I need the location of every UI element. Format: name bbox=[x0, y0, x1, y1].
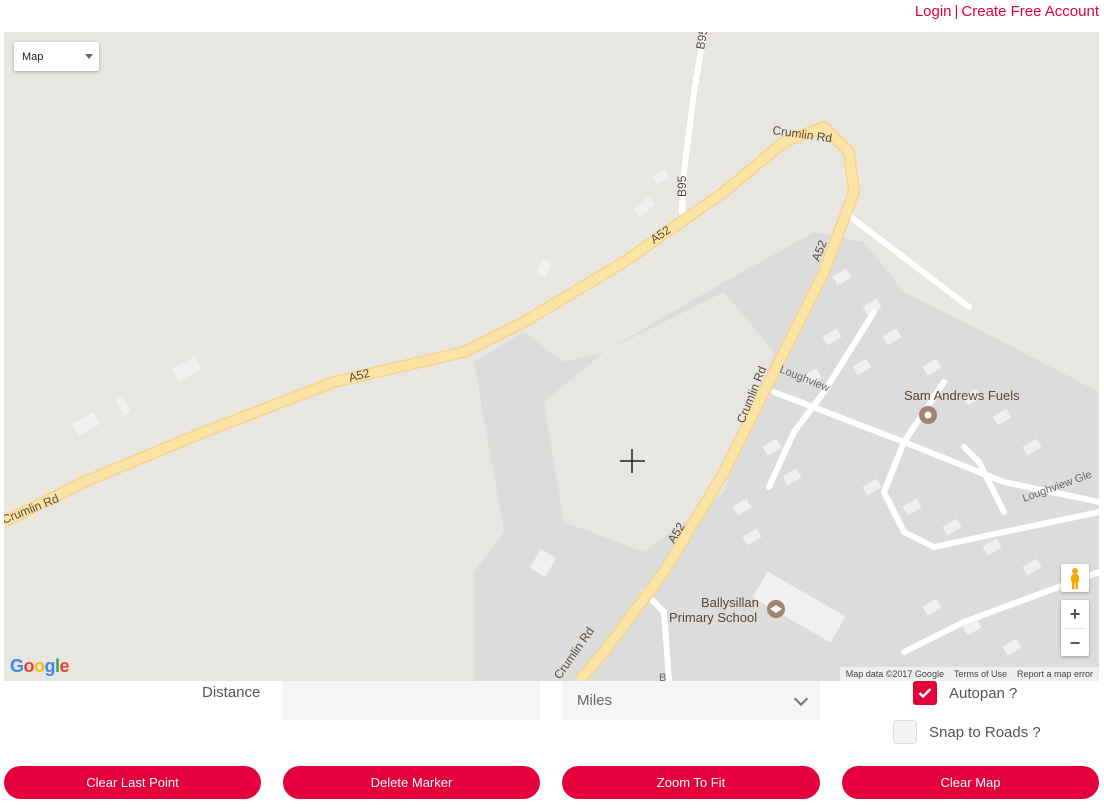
map-attribution: Map data ©2017 Google Terms of Use Repor… bbox=[839, 667, 1099, 681]
street-view-pegman-icon[interactable] bbox=[1061, 564, 1089, 592]
google-logo-letter: o bbox=[23, 656, 35, 676]
google-logo-letter: e bbox=[59, 656, 70, 676]
header-separator: | bbox=[954, 3, 959, 20]
poi-school-label-1: Ballysillan bbox=[701, 595, 759, 610]
clear-last-point-button[interactable]: Clear Last Point bbox=[4, 766, 261, 799]
autopan-row[interactable]: Autopan ? bbox=[913, 681, 1017, 705]
chevron-down-icon bbox=[793, 691, 809, 707]
google-logo-letter: o bbox=[34, 656, 45, 676]
label-b95: B95 bbox=[675, 175, 689, 197]
poi-sam-andrews-label: Sam Andrews Fuels bbox=[904, 388, 1020, 403]
map-type-dropdown[interactable]: Map bbox=[14, 42, 99, 71]
login-link[interactable]: Login bbox=[915, 3, 952, 20]
create-account-link[interactable]: Create Free Account bbox=[961, 3, 1099, 20]
distance-label: Distance bbox=[202, 684, 261, 701]
autopan-label: Autopan ? bbox=[949, 684, 1018, 702]
zoom-in-button[interactable]: + bbox=[1061, 600, 1089, 628]
terms-of-use-link[interactable]: Terms of Use bbox=[954, 669, 1007, 679]
autopan-checkbox[interactable] bbox=[913, 681, 937, 705]
map-canvas[interactable]: B95 B95 Crumlin Rd A52 A52 A52 Crumlin R… bbox=[4, 32, 1099, 681]
report-error-link[interactable]: Report a map error bbox=[1017, 669, 1093, 679]
zoom-to-fit-button[interactable]: Zoom To Fit bbox=[562, 766, 820, 799]
header-links: Login | Create Free Account bbox=[915, 3, 1099, 20]
poi-school-label-2: Primary School bbox=[669, 610, 757, 625]
zoom-controls: + − bbox=[1061, 600, 1089, 656]
clear-map-button[interactable]: Clear Map bbox=[842, 766, 1099, 799]
google-logo-letter: G bbox=[10, 656, 24, 676]
snap-row[interactable]: Snap to Roads ? bbox=[893, 720, 1041, 744]
snap-to-roads-checkbox[interactable] bbox=[893, 720, 917, 744]
google-logo-letter: g bbox=[44, 656, 56, 676]
map-tiles: B95 B95 Crumlin Rd A52 A52 A52 Crumlin R… bbox=[4, 32, 1099, 681]
check-icon bbox=[918, 688, 932, 699]
label-crumlin-left: Crumlin Rd bbox=[4, 491, 61, 526]
google-logo[interactable]: Google bbox=[10, 656, 70, 677]
map-data-text: Map data ©2017 Google bbox=[845, 669, 944, 679]
units-select[interactable]: Miles bbox=[562, 681, 820, 720]
zoom-out-button[interactable]: − bbox=[1061, 629, 1089, 657]
delete-marker-button[interactable]: Delete Marker bbox=[283, 766, 540, 799]
label-a52-left: A52 bbox=[347, 366, 372, 385]
units-selected-value: Miles bbox=[577, 692, 613, 709]
caret-down-icon bbox=[85, 54, 93, 59]
snap-to-roads-label: Snap to Roads ? bbox=[929, 723, 1041, 741]
map-type-label: Map bbox=[22, 50, 44, 63]
label-b95-top: B95 bbox=[693, 32, 711, 51]
distance-field[interactable] bbox=[283, 681, 540, 720]
label-road-b: B bbox=[659, 672, 666, 681]
